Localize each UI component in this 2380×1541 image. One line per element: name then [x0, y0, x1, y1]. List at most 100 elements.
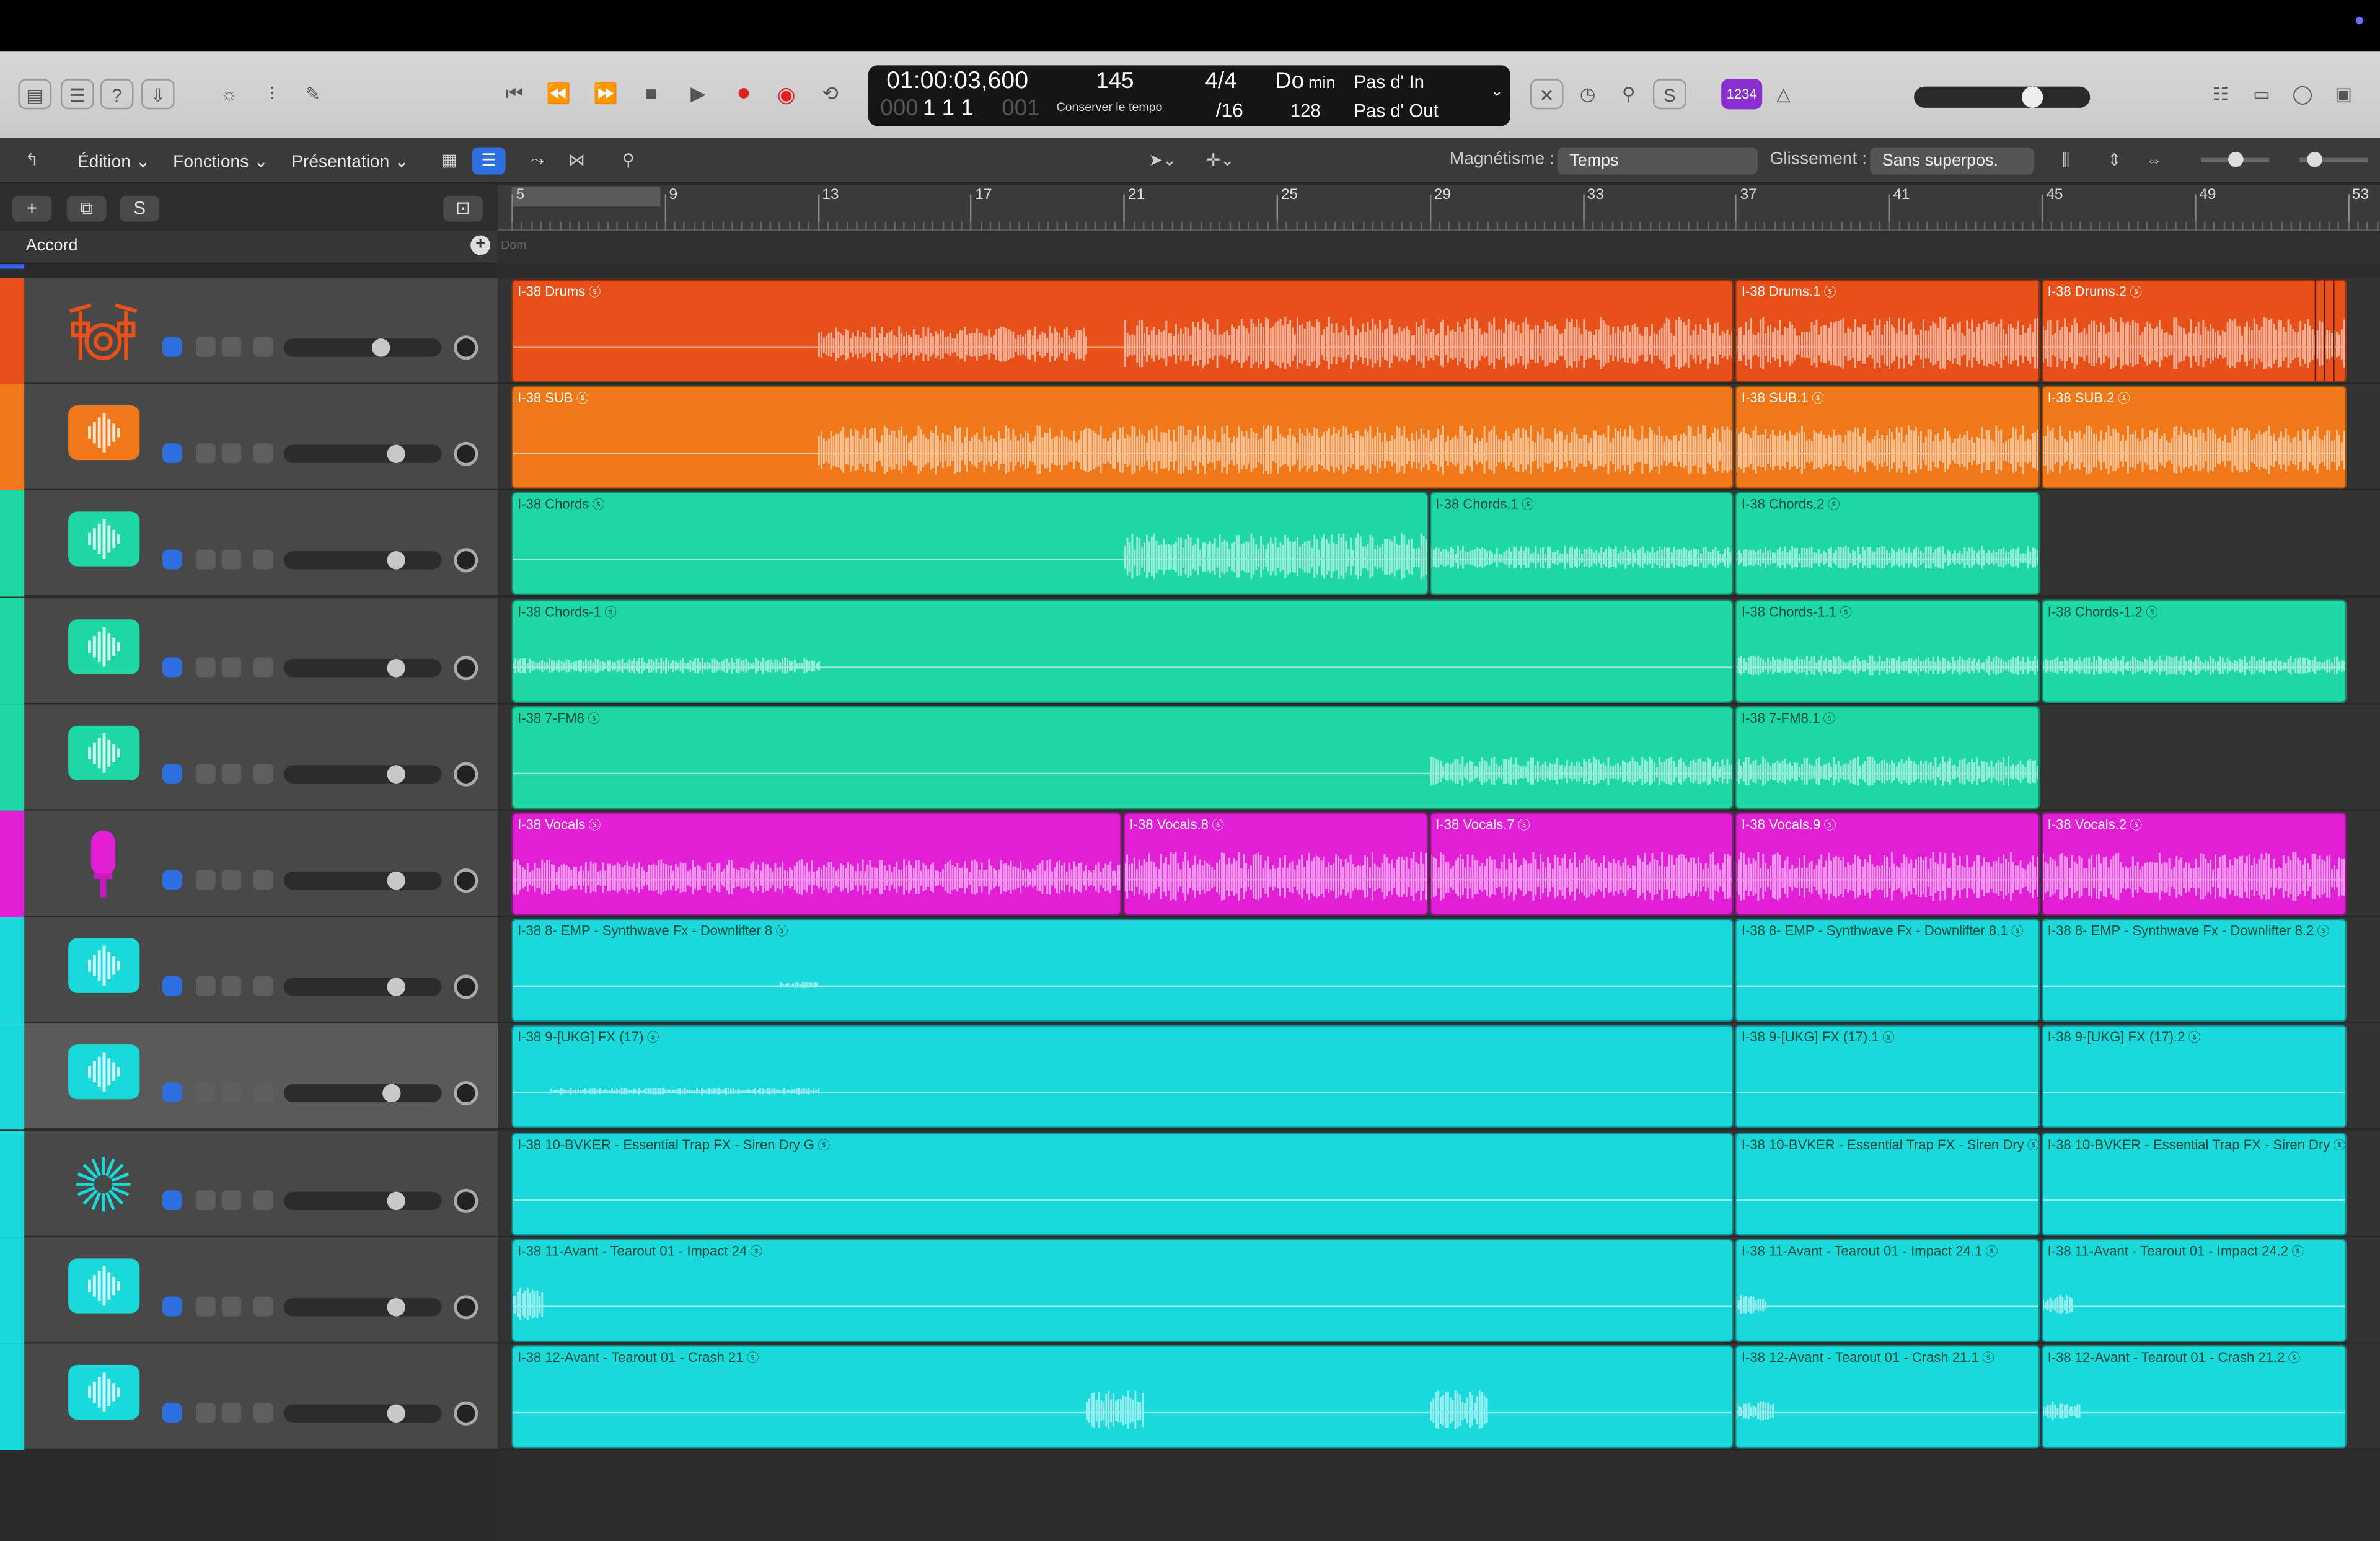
- solo-button[interactable]: [221, 870, 242, 890]
- power-button[interactable]: [162, 443, 182, 464]
- catch-icon[interactable]: ⚲: [612, 148, 645, 175]
- audio-region[interactable]: I-38 SUB.2: [2041, 386, 2347, 490]
- audio-region[interactable]: I-38 Chords.1: [1429, 492, 1734, 596]
- volume-fader[interactable]: [283, 1084, 442, 1103]
- collapse-icon[interactable]: ⊡: [443, 195, 483, 222]
- add-chord-icon[interactable]: +: [470, 235, 491, 255]
- pan-knob[interactable]: [454, 762, 478, 787]
- replace-record-icon[interactable]: ◉: [770, 79, 803, 109]
- vertical-zoom-icon[interactable]: ⇕: [2097, 148, 2131, 175]
- horizontal-zoom-slider[interactable]: [2299, 151, 2368, 167]
- back-arrow-icon[interactable]: ↰: [15, 148, 48, 175]
- drag-popup[interactable]: Sans superpos.: [1870, 147, 2034, 175]
- audio-region[interactable]: I-38 12-Avant - Tearout 01 - Crash 21: [511, 1345, 1734, 1449]
- pan-knob[interactable]: [454, 868, 478, 893]
- mute-button[interactable]: [195, 763, 216, 784]
- view-menu[interactable]: Présentation ⌄: [291, 150, 409, 171]
- volume-fader-knob[interactable]: [387, 978, 405, 997]
- play-icon[interactable]: ▶: [682, 79, 715, 109]
- rewind-icon[interactable]: ⏪: [542, 79, 575, 109]
- cycle-region[interactable]: [511, 187, 661, 207]
- track-header-15[interactable]: [0, 810, 498, 917]
- pan-knob[interactable]: [454, 1081, 478, 1106]
- global-chord-track[interactable]: Accord +: [0, 231, 498, 265]
- solo-icon[interactable]: ⚲: [1612, 79, 1646, 109]
- secondary-tool-icon[interactable]: ✛⌄: [1196, 148, 1245, 175]
- stop-icon[interactable]: ■: [635, 79, 668, 109]
- help-icon[interactable]: ?: [100, 79, 134, 110]
- audio-region[interactable]: I-38 12-Avant - Tearout 01 - Crash 21.1: [1735, 1345, 2040, 1449]
- vertical-zoom-slider[interactable]: [2201, 151, 2270, 167]
- audio-region[interactable]: I-38 10-BVKER - Essential Trap FX - Sire…: [2041, 1132, 2347, 1235]
- volume-fader[interactable]: [283, 338, 442, 357]
- horizontal-zoom-knob[interactable]: [2307, 151, 2322, 167]
- track-header-11[interactable]: [0, 384, 498, 491]
- tuner-icon[interactable]: ◷: [1571, 79, 1605, 109]
- volume-fader[interactable]: [283, 978, 442, 997]
- volume-fader[interactable]: [283, 445, 442, 464]
- power-button[interactable]: [162, 763, 182, 784]
- pan-knob[interactable]: [454, 335, 478, 360]
- pan-knob[interactable]: [454, 549, 478, 573]
- track-header-18[interactable]: [0, 1130, 498, 1237]
- global-solo-button[interactable]: S: [120, 195, 160, 222]
- track-header-19[interactable]: [0, 1237, 498, 1344]
- audio-region[interactable]: I-38 10-BVKER - Essential Trap FX - Sire…: [511, 1132, 1734, 1235]
- master-volume-slider[interactable]: [1914, 86, 2091, 108]
- audio-region[interactable]: I-38 Chords-1.1: [1735, 599, 2040, 703]
- master-volume-knob[interactable]: [2022, 86, 2043, 108]
- editors-icon[interactable]: ✎: [296, 79, 330, 109]
- track-header-20[interactable]: [0, 1343, 498, 1450]
- pan-knob[interactable]: [454, 655, 478, 680]
- power-button[interactable]: [162, 976, 182, 997]
- track-header-14[interactable]: [0, 704, 498, 811]
- record-enable-button[interactable]: [253, 550, 273, 570]
- library-icon[interactable]: ▤: [18, 79, 52, 110]
- track-header-13[interactable]: [0, 598, 498, 704]
- audio-region[interactable]: I-38 9-[UKG] FX (17).1: [1735, 1025, 2040, 1129]
- audio-region[interactable]: I-38 Chords-1: [511, 599, 1734, 703]
- power-button[interactable]: [162, 550, 182, 570]
- audio-region[interactable]: I-38 Drums: [511, 279, 1734, 383]
- mute-button[interactable]: [195, 443, 216, 464]
- audio-region[interactable]: I-38 Drums.2: [2041, 279, 2347, 383]
- volume-fader-knob[interactable]: [387, 764, 405, 784]
- waveform-zoom-icon[interactable]: ⫼: [2049, 148, 2082, 175]
- vertical-zoom-knob[interactable]: [2228, 151, 2244, 167]
- audio-region[interactable]: I-38 Chords-1.2: [2041, 599, 2347, 703]
- horizontal-zoom-icon[interactable]: ⇔: [2137, 148, 2171, 175]
- loop-browser-icon[interactable]: ◯: [2286, 79, 2319, 109]
- audio-region[interactable]: I-38 7-FM8.1: [1735, 705, 2040, 809]
- volume-fader-knob[interactable]: [387, 658, 405, 677]
- smart-controls-icon[interactable]: ☼: [213, 79, 246, 109]
- solo-button[interactable]: [221, 550, 242, 570]
- chord-lane[interactable]: Dom: [498, 231, 2380, 265]
- grid-view-icon[interactable]: ▦: [433, 148, 466, 175]
- solo-button[interactable]: [221, 1296, 242, 1317]
- record-enable-button[interactable]: [253, 1403, 273, 1423]
- pan-knob[interactable]: [454, 1294, 478, 1319]
- automation-icon[interactable]: ⤳: [521, 148, 554, 175]
- mixer-icon[interactable]: ⫶: [255, 79, 288, 109]
- volume-fader[interactable]: [283, 764, 442, 784]
- mute-button[interactable]: [195, 1190, 216, 1210]
- audio-region[interactable]: I-38 11-Avant - Tearout 01 - Impact 24: [511, 1239, 1734, 1342]
- power-button[interactable]: [162, 1190, 182, 1210]
- record-enable-button[interactable]: [253, 976, 273, 997]
- solo-button[interactable]: [221, 1083, 242, 1103]
- solo-button[interactable]: [221, 337, 242, 357]
- duplicate-track-button[interactable]: ⧉: [66, 195, 107, 222]
- record-icon[interactable]: ●: [727, 79, 760, 109]
- volume-fader-knob[interactable]: [387, 871, 405, 890]
- volume-fader[interactable]: [283, 552, 442, 570]
- record-enable-button[interactable]: [253, 1190, 273, 1210]
- solo-button[interactable]: [221, 1190, 242, 1210]
- audio-region[interactable]: I-38 Vocals.7: [1429, 812, 1734, 916]
- audio-region[interactable]: I-38 Chords.2: [1735, 492, 2040, 596]
- mute-button[interactable]: [195, 550, 216, 570]
- audio-region[interactable]: I-38 Vocals.9: [1735, 812, 2040, 916]
- audio-region[interactable]: I-38 Vocals: [511, 812, 1122, 916]
- go-to-start-icon[interactable]: ⏮: [498, 79, 531, 109]
- solo-button[interactable]: [221, 976, 242, 997]
- mute-button[interactable]: [195, 656, 216, 677]
